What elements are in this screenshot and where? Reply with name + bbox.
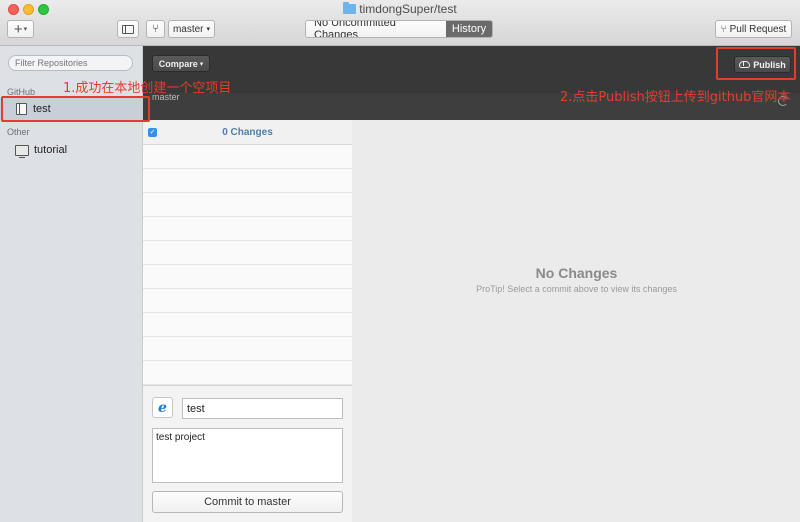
branch-select[interactable]: master ▾	[168, 20, 215, 38]
list-item	[143, 289, 352, 313]
list-item	[143, 241, 352, 265]
empty-state-tip: ProTip! Select a commit above to view it…	[476, 284, 677, 294]
history-header: Compare ▾ master Publish	[143, 46, 800, 120]
tab-history[interactable]: History	[446, 21, 492, 37]
sidebar-icon	[122, 24, 134, 34]
empty-state-title: No Changes	[535, 265, 618, 281]
sidebar-item-tutorial[interactable]: tutorial	[0, 139, 142, 161]
commit-description-input[interactable]: test project	[152, 428, 343, 483]
chevron-down-icon: ▾	[199, 60, 204, 68]
window-title: timdongSuper/test	[0, 2, 800, 16]
view-segmented-control: No Uncommitted Changes History	[305, 20, 493, 38]
chevron-down-icon: ▾	[23, 26, 28, 33]
annotation-step2: 2.点击Publish按钮上传到github官网本	[560, 90, 791, 105]
list-item	[143, 169, 352, 193]
avatar: e	[152, 397, 173, 418]
compare-button[interactable]: Compare ▾	[152, 55, 210, 72]
pull-request-icon: ⑂	[720, 23, 727, 35]
window-title-text: timdongSuper/test	[359, 2, 457, 16]
branch-icon: ⑂	[152, 23, 159, 35]
monitor-icon	[15, 144, 29, 158]
toggle-sidebar-button[interactable]	[117, 20, 139, 38]
changes-panel: ✓ 0 Changes e test project Commit to mas…	[143, 120, 352, 522]
commit-button[interactable]: Commit to master	[152, 491, 343, 513]
section-label-other: Other	[7, 127, 30, 137]
compare-label: Compare	[158, 58, 198, 69]
chevron-down-icon: ▾	[206, 26, 211, 33]
pull-request-label: Pull Request	[729, 23, 787, 35]
main-content: No Changes ProTip! Select a commit above…	[353, 120, 800, 522]
tab-uncommitted-changes[interactable]: No Uncommitted Changes	[306, 21, 446, 37]
sidebar-item-label: tutorial	[34, 144, 68, 156]
commit-area: e test project Commit to master	[143, 385, 352, 522]
list-item	[143, 217, 352, 241]
plus-icon: +	[13, 20, 23, 38]
changes-header: ✓ 0 Changes	[143, 120, 352, 145]
annotation-step1: 1.成功在本地创建一个空项目	[63, 81, 232, 96]
annotation-box-publish	[716, 47, 796, 80]
add-repository-button[interactable]: + ▾	[7, 20, 34, 38]
list-item	[143, 145, 352, 169]
annotation-box-repository	[1, 96, 150, 122]
list-item	[143, 193, 352, 217]
branch-button[interactable]: ⑂	[146, 20, 165, 38]
commit-summary-input[interactable]	[182, 398, 343, 419]
changes-count: 0 Changes	[222, 127, 273, 138]
folder-icon	[343, 2, 357, 14]
list-item	[143, 265, 352, 289]
list-item	[143, 361, 352, 385]
list-item	[143, 313, 352, 337]
list-item	[143, 337, 352, 361]
branch-select-label: master	[172, 23, 204, 35]
title-bar: timdongSuper/test + ▾ ⑂ master ▾ No Uncomm…	[0, 0, 800, 46]
pull-request-button[interactable]: ⑂ Pull Request	[715, 20, 792, 38]
filter-repositories-input[interactable]	[8, 55, 133, 71]
